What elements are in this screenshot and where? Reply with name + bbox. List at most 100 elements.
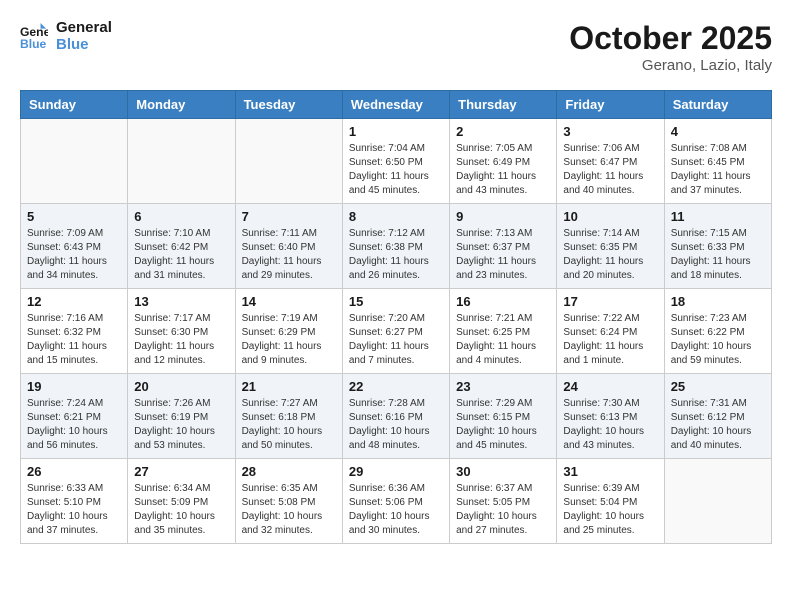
calendar-day: 10Sunrise: 7:14 AM Sunset: 6:35 PM Dayli… [557,204,664,289]
calendar-day: 8Sunrise: 7:12 AM Sunset: 6:38 PM Daylig… [342,204,449,289]
day-info: Sunrise: 7:11 AM Sunset: 6:40 PM Dayligh… [242,227,336,283]
day-info: Sunrise: 7:09 AM Sunset: 6:43 PM Dayligh… [27,227,121,283]
calendar-day: 15 Sunrise: 7:20 AM Sunset: 6:27 PM Dayli… [342,289,449,374]
day-number: 13 [134,294,228,309]
day-info: Sunrise: 6:37 AM Sunset: 5:05 PM Dayligh… [456,482,550,538]
day-number: 10 [563,209,657,224]
day-info: Sunrise: 6:35 AM Sunset: 5:08 PM Dayligh… [242,482,336,538]
day-info: Sunrise: 7:28 AM Sunset: 6:16 PM Dayligh… [349,397,443,453]
calendar-day: 18 Sunrise: 7:23 AM Sunset: 6:22 PM Dayli… [664,289,771,374]
calendar-day: 11Sunrise: 7:15 AM Sunset: 6:33 PM Dayli… [664,204,771,289]
day-info: Sunrise: 7:20 AM Sunset: 6:27 PM Dayligh… [349,312,443,368]
day-info: Sunrise: 7:10 AM Sunset: 6:42 PM Dayligh… [134,227,228,283]
calendar-day: 14Sunrise: 7:19 AM Sunset: 6:29 PM Dayli… [235,289,342,374]
day-number: 18 [671,294,765,309]
calendar-day: 19 Sunrise: 7:24 AM Sunset: 6:21 PM Dayli… [21,374,128,459]
day-number: 23 [456,379,550,394]
calendar-week-row: 1Sunrise: 7:04 AM Sunset: 6:50 PM Daylig… [21,119,772,204]
day-info: Sunrise: 7:22 AM Sunset: 6:24 PM Dayligh… [563,312,657,368]
calendar-day: 27Sunrise: 6:34 AM Sunset: 5:09 PM Dayli… [128,459,235,544]
weekday-header-row: SundayMondayTuesdayWednesdayThursdayFrid… [21,91,772,119]
calendar-day: 24 Sunrise: 7:30 AM Sunset: 6:13 PM Dayli… [557,374,664,459]
svg-text:Blue: Blue [20,37,47,51]
calendar-day: 21 Sunrise: 7:27 AM Sunset: 6:18 PM Dayli… [235,374,342,459]
day-number: 5 [27,209,121,224]
calendar-day: 25 Sunrise: 7:31 AM Sunset: 6:12 PM Dayli… [664,374,771,459]
day-info: Sunrise: 6:33 AM Sunset: 5:10 PM Dayligh… [27,482,121,538]
day-info: Sunrise: 7:21 AM Sunset: 6:25 PM Dayligh… [456,312,550,368]
calendar-week-row: 5 Sunrise: 7:09 AM Sunset: 6:43 PM Daylig… [21,204,772,289]
calendar-day [235,119,342,204]
day-number: 17 [563,294,657,309]
weekday-header: Friday [557,91,664,119]
calendar-table: SundayMondayTuesdayWednesdayThursdayFrid… [20,90,772,544]
day-number: 7 [242,209,336,224]
day-info: Sunrise: 6:36 AM Sunset: 5:06 PM Dayligh… [349,482,443,538]
weekday-header: Sunday [21,91,128,119]
calendar-day: 12Sunrise: 7:16 AM Sunset: 6:32 PM Dayli… [21,289,128,374]
day-info: Sunrise: 7:16 AM Sunset: 6:32 PM Dayligh… [27,312,121,368]
day-number: 15 [349,294,443,309]
day-number: 14 [242,294,336,309]
weekday-header: Thursday [450,91,557,119]
weekday-header: Saturday [664,91,771,119]
day-info: Sunrise: 7:23 AM Sunset: 6:22 PM Dayligh… [671,312,765,368]
day-info: Sunrise: 7:05 AM Sunset: 6:49 PM Dayligh… [456,142,550,198]
day-number: 22 [349,379,443,394]
day-number: 24 [563,379,657,394]
day-number: 19 [27,379,121,394]
calendar-day [21,119,128,204]
page-header: General Blue General Blue October 2025 G… [20,20,772,74]
calendar-day [128,119,235,204]
calendar-day: 16 Sunrise: 7:21 AM Sunset: 6:25 PM Dayli… [450,289,557,374]
title-block: October 2025 Gerano, Lazio, Italy [569,20,772,74]
logo-line1: General [56,20,112,37]
day-number: 16 [456,294,550,309]
day-info: Sunrise: 7:30 AM Sunset: 6:13 PM Dayligh… [563,397,657,453]
day-number: 29 [349,464,443,479]
day-number: 4 [671,124,765,139]
calendar-week-row: 26Sunrise: 6:33 AM Sunset: 5:10 PM Dayli… [21,459,772,544]
calendar-day: 29 Sunrise: 6:36 AM Sunset: 5:06 PM Dayli… [342,459,449,544]
day-info: Sunrise: 7:17 AM Sunset: 6:30 PM Dayligh… [134,312,228,368]
calendar-day: 26Sunrise: 6:33 AM Sunset: 5:10 PM Dayli… [21,459,128,544]
calendar-day: 2 Sunrise: 7:05 AM Sunset: 6:49 PM Daylig… [450,119,557,204]
calendar-week-row: 12Sunrise: 7:16 AM Sunset: 6:32 PM Dayli… [21,289,772,374]
calendar-day: 28Sunrise: 6:35 AM Sunset: 5:08 PM Dayli… [235,459,342,544]
day-info: Sunrise: 7:31 AM Sunset: 6:12 PM Dayligh… [671,397,765,453]
weekday-header: Monday [128,91,235,119]
day-info: Sunrise: 6:39 AM Sunset: 5:04 PM Dayligh… [563,482,657,538]
day-number: 25 [671,379,765,394]
day-info: Sunrise: 7:26 AM Sunset: 6:19 PM Dayligh… [134,397,228,453]
day-info: Sunrise: 7:12 AM Sunset: 6:38 PM Dayligh… [349,227,443,283]
weekday-header: Wednesday [342,91,449,119]
location: Gerano, Lazio, Italy [569,57,772,74]
calendar-day: 4 Sunrise: 7:08 AM Sunset: 6:45 PM Daylig… [664,119,771,204]
month-title: October 2025 [569,20,772,57]
logo: General Blue General Blue [20,20,112,53]
day-number: 11 [671,209,765,224]
calendar-day: 9 Sunrise: 7:13 AM Sunset: 6:37 PM Daylig… [450,204,557,289]
calendar-day [664,459,771,544]
day-info: Sunrise: 7:24 AM Sunset: 6:21 PM Dayligh… [27,397,121,453]
calendar-day: 3Sunrise: 7:06 AM Sunset: 6:47 PM Daylig… [557,119,664,204]
day-info: Sunrise: 7:08 AM Sunset: 6:45 PM Dayligh… [671,142,765,198]
day-info: Sunrise: 6:34 AM Sunset: 5:09 PM Dayligh… [134,482,228,538]
calendar-day: 31Sunrise: 6:39 AM Sunset: 5:04 PM Dayli… [557,459,664,544]
calendar-day: 5 Sunrise: 7:09 AM Sunset: 6:43 PM Daylig… [21,204,128,289]
day-number: 6 [134,209,228,224]
calendar-day: 17 Sunrise: 7:22 AM Sunset: 6:24 PM Dayli… [557,289,664,374]
day-number: 21 [242,379,336,394]
logo-line2: Blue [56,37,112,54]
calendar-day: 23 Sunrise: 7:29 AM Sunset: 6:15 PM Dayli… [450,374,557,459]
day-info: Sunrise: 7:27 AM Sunset: 6:18 PM Dayligh… [242,397,336,453]
day-number: 30 [456,464,550,479]
day-number: 2 [456,124,550,139]
day-number: 9 [456,209,550,224]
calendar-day: 20Sunrise: 7:26 AM Sunset: 6:19 PM Dayli… [128,374,235,459]
day-info: Sunrise: 7:13 AM Sunset: 6:37 PM Dayligh… [456,227,550,283]
calendar-day: 22 Sunrise: 7:28 AM Sunset: 6:16 PM Dayli… [342,374,449,459]
calendar-week-row: 19 Sunrise: 7:24 AM Sunset: 6:21 PM Dayli… [21,374,772,459]
weekday-header: Tuesday [235,91,342,119]
day-info: Sunrise: 7:29 AM Sunset: 6:15 PM Dayligh… [456,397,550,453]
